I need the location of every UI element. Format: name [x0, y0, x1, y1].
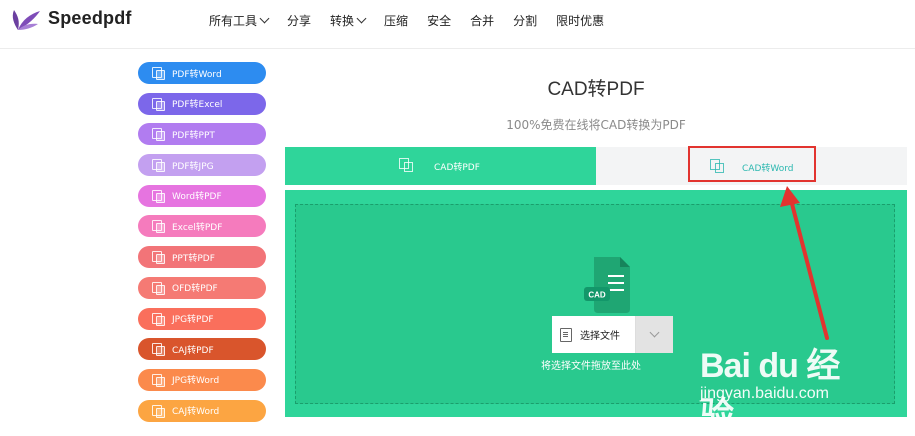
tab-label: CAD转PDF — [434, 163, 480, 173]
sidebar-item-label: CAJ转Word — [172, 407, 220, 418]
chevron-down-icon — [356, 13, 367, 24]
sidebar-item-caj-to-word[interactable]: CAJ转Word — [138, 399, 266, 422]
sidebar-item-label: Excel转PDF — [172, 222, 223, 233]
sidebar-item-label: JPG转Word — [172, 376, 220, 387]
nav-all-tools[interactable]: 所有工具 — [209, 12, 270, 29]
page-title: CAD转PDF — [547, 79, 645, 100]
main-nav: 所有工具 分享 转换 压缩 安全 合并 分割 限时优惠 — [209, 12, 623, 29]
convert-icon — [152, 281, 165, 295]
convert-icon — [152, 97, 165, 111]
convert-icon — [152, 373, 165, 387]
document-icon — [560, 327, 572, 342]
sidebar-item-pdf-to-jpg[interactable]: PDF转JPG — [138, 154, 266, 177]
sidebar-item-label: Word转PDF — [172, 192, 222, 203]
sidebar-item-label: PDF转JPG — [172, 161, 214, 172]
sidebar-item-label: PDF转Word — [172, 69, 222, 80]
nav-compress[interactable]: 压缩 — [384, 12, 408, 29]
sidebar-item-label: PDF转Excel — [172, 100, 223, 111]
page-subtitle: 100%免费在线将CAD转换为PDF — [506, 118, 686, 132]
convert-icon — [399, 158, 413, 172]
tab-cad-to-pdf[interactable]: CAD转PDF — [285, 147, 596, 185]
speedpdf-logo-icon[interactable] — [8, 7, 42, 33]
nav-limited-offer[interactable]: 限时优惠 — [556, 12, 604, 29]
nav-label: 所有工具 — [209, 14, 258, 28]
sidebar-item-label: PPT转PDF — [172, 253, 215, 264]
convert-icon — [152, 404, 165, 418]
sidebar-item-label: JPG转PDF — [172, 315, 214, 325]
nav-label: 转换 — [330, 14, 355, 28]
convert-icon — [152, 312, 165, 326]
sidebar-item-ofd-to-pdf[interactable]: OFD转PDF — [138, 276, 266, 299]
chevron-down-icon — [259, 13, 270, 24]
choose-file-dropdown[interactable] — [636, 316, 673, 353]
nav-split[interactable]: 分割 — [513, 12, 537, 29]
nav-merge[interactable]: 合并 — [470, 12, 494, 29]
sidebar-item-label: OFD转PDF — [172, 284, 218, 295]
nav-label: 分享 — [287, 14, 312, 28]
nav-label: 压缩 — [384, 14, 409, 28]
nav-label: 分割 — [513, 14, 538, 28]
convert-icon — [152, 343, 165, 357]
highlight-annotation-box — [688, 146, 816, 182]
sidebar-item-pdf-to-ppt[interactable]: PDF转PPT — [138, 123, 266, 146]
sidebar-item-label: CAJ转PDF — [172, 345, 214, 356]
sidebar-item-label: PDF转PPT — [172, 130, 215, 141]
nav-security[interactable]: 安全 — [427, 12, 451, 29]
cad-file-icon-text: CAD — [588, 291, 606, 300]
convert-icon — [152, 159, 165, 173]
sidebar-item-ppt-to-pdf[interactable]: PPT转PDF — [138, 246, 266, 269]
sidebar-item-jpg-to-word[interactable]: JPG转Word — [138, 368, 266, 391]
sidebar-item-pdf-to-excel[interactable]: PDF转Excel — [138, 92, 266, 115]
sidebar-item-word-to-pdf[interactable]: Word转PDF — [138, 184, 266, 207]
convert-icon — [152, 251, 165, 265]
cad-file-icon: CAD — [584, 257, 630, 313]
baidu-jingyan-watermark: Bai du 经验 jingyan.baidu.com — [700, 338, 870, 434]
nav-label: 安全 — [427, 14, 452, 28]
choose-file-main[interactable]: 选择文件 — [552, 316, 636, 353]
nav-convert[interactable]: 转换 — [330, 12, 367, 29]
convert-icon — [152, 189, 165, 203]
convert-icon — [152, 220, 165, 234]
chevron-down-icon — [649, 327, 660, 338]
sidebar-item-pdf-to-word[interactable]: PDF转Word — [138, 62, 266, 84]
nav-label: 限时优惠 — [556, 14, 605, 28]
brand-name[interactable]: Speedpdf — [48, 8, 132, 29]
choose-file-label: 选择文件 — [580, 331, 620, 342]
choose-file-button[interactable]: 选择文件 — [552, 316, 673, 353]
convert-icon — [152, 67, 165, 80]
top-header: Speedpdf 所有工具 分享 转换 压缩 安全 合并 分割 限时优惠 — [0, 0, 915, 49]
tool-sidebar: PDF转Word PDF转Excel PDF转PPT PDF转JPG Word转… — [138, 62, 266, 430]
sidebar-item-excel-to-pdf[interactable]: Excel转PDF — [138, 215, 266, 238]
convert-icon — [152, 128, 165, 142]
watermark-url: jingyan.baidu.com — [700, 385, 829, 402]
sidebar-item-jpg-to-pdf[interactable]: JPG转PDF — [138, 307, 266, 330]
sidebar-item-caj-to-pdf[interactable]: CAJ转PDF — [138, 338, 266, 361]
nav-label: 合并 — [470, 14, 495, 28]
nav-share[interactable]: 分享 — [287, 12, 311, 29]
